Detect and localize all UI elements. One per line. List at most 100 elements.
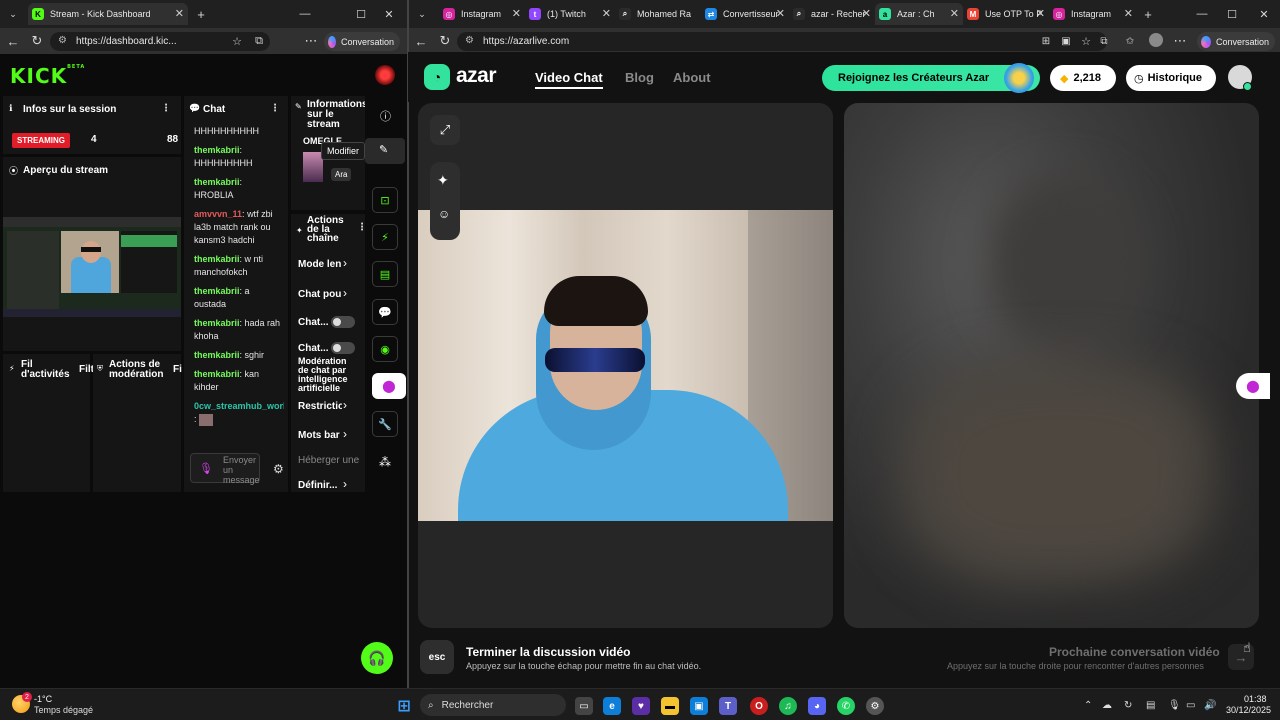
file-explorer-icon[interactable]: ▬ (661, 697, 679, 715)
chat-username[interactable]: themkabrii (194, 286, 240, 296)
site-info-icon[interactable]: ⚙ (465, 35, 474, 46)
lightning-icon[interactable]: ⚡ (372, 224, 398, 250)
windows-start-icon[interactable]: ⊞ (395, 697, 413, 715)
chat-input[interactable]: 🎙 Envoyer un message (190, 453, 260, 485)
whatsapp-icon[interactable]: ✆ (837, 697, 855, 715)
tray-chevron-icon[interactable]: ⌃ (1084, 700, 1092, 711)
info-icon[interactable]: ⓘ (380, 108, 391, 124)
close-tab-icon[interactable]: ✕ (1036, 7, 1045, 20)
chevron-right-icon[interactable]: › (343, 286, 347, 300)
chat-menu-icon[interactable]: ⋮ (270, 103, 280, 114)
task-view-icon[interactable]: ▭ (575, 697, 593, 715)
location-pin-icon[interactable]: ⬤ (1236, 373, 1270, 399)
esc-key-button[interactable]: esc (420, 640, 454, 674)
chevron-right-icon[interactable]: › (343, 427, 347, 441)
session-menu-icon[interactable]: ⋮ (161, 103, 171, 114)
more-icon[interactable]: ⋯ (1171, 32, 1189, 50)
tab-twitch[interactable]: t (1) Twitch ✕ (525, 3, 615, 25)
toggle-switch[interactable] (331, 316, 355, 328)
opera-icon[interactable]: O (750, 697, 768, 715)
next-chat-title[interactable]: Prochaine conversation vidéo (1049, 645, 1220, 659)
location-pin-icon[interactable]: ⬤ (372, 373, 406, 399)
chat-username[interactable]: amvvvn_11 (194, 209, 242, 219)
gems-balance[interactable]: ◆ 2,218 (1050, 65, 1116, 91)
support-headset-icon[interactable]: 🎧 (361, 642, 393, 674)
action-chat-followers[interactable]: Chat pou (298, 289, 342, 300)
refresh-icon[interactable]: ↻ (28, 32, 46, 50)
app-heart-icon[interactable]: ♥ (632, 697, 650, 715)
extensions-icon[interactable]: ⧉ (1095, 32, 1113, 50)
site-info-icon[interactable]: ⚙ (58, 35, 67, 46)
chat-rail-icon[interactable]: 💬 (372, 299, 398, 325)
host-input[interactable]: Héberger une (298, 455, 360, 466)
chevron-right-icon[interactable]: › (343, 256, 347, 270)
action-banned-words[interactable]: Mots bar (298, 430, 342, 441)
weather-temp[interactable]: -1°C (34, 694, 52, 704)
expand-icon[interactable]: ⤢ (430, 115, 460, 145)
chat-username[interactable]: themkabrii (194, 254, 240, 264)
more-icon[interactable]: ⋯ (302, 32, 320, 50)
store-icon[interactable]: ▣ (690, 697, 708, 715)
close-tab-icon[interactable]: ✕ (175, 7, 184, 20)
taskbar-search[interactable]: ⌕ Rechercher (420, 694, 566, 716)
favorite-star-icon[interactable]: ☆ (1077, 32, 1095, 50)
tab-kick-dashboard[interactable]: K Stream - Kick Dashboard ✕ (28, 3, 188, 25)
history-button[interactable]: ◷ Historique (1126, 65, 1216, 91)
close-window-icon[interactable]: ✕ (380, 5, 398, 23)
collections-icon[interactable]: ⧉ (250, 32, 268, 50)
steam-icon[interactable]: ⚙ (866, 697, 884, 715)
back-arrow-icon[interactable]: ← (4, 32, 22, 50)
tray-cloud-icon[interactable]: ☁ (1102, 700, 1112, 711)
close-tab-icon[interactable]: ✕ (602, 7, 611, 20)
back-arrow-icon[interactable]: ← (412, 32, 430, 50)
chat-username[interactable]: themkabrii (194, 369, 240, 379)
edit-rail-button[interactable]: ✎ (365, 138, 405, 164)
moderation-filter[interactable]: Fi (173, 364, 182, 375)
stream-preview-image[interactable] (3, 217, 181, 317)
action-restrictions[interactable]: Restrictio (298, 401, 342, 412)
minimize-icon[interactable]: — (1193, 5, 1211, 23)
tab-menu-chevron-icon[interactable]: ⌄ (4, 5, 22, 23)
activity-filter[interactable]: Filt (79, 364, 94, 375)
action-define[interactable]: Définir... (298, 480, 342, 491)
face-filter-icon[interactable]: ☺ (438, 207, 450, 221)
spotify-icon[interactable]: ♫ (779, 697, 797, 715)
more-apps-icon[interactable]: ⁂ (379, 455, 391, 469)
tray-app-icon[interactable]: ▤ (1146, 700, 1155, 711)
minimize-icon[interactable]: — (296, 5, 314, 23)
document-icon[interactable]: ▤ (372, 261, 398, 287)
favorites-icon[interactable]: ✩ (1121, 32, 1139, 50)
refresh-icon[interactable]: ↻ (436, 32, 454, 50)
volume-icon[interactable]: 🔊 (1204, 700, 1216, 711)
tab-search-mohamed[interactable]: ⌕ Mohamed Ra (615, 3, 701, 25)
close-tab-icon[interactable]: ✕ (776, 7, 785, 20)
tab-menu-chevron-icon[interactable]: ⌄ (413, 5, 431, 23)
close-tab-icon[interactable]: ✕ (862, 7, 871, 20)
discord-icon[interactable]: ◕ (808, 697, 826, 715)
network-icon[interactable]: ▭ (1186, 700, 1195, 711)
microphone-icon[interactable]: 🎙 (199, 462, 213, 475)
maximize-icon[interactable]: ☐ (1223, 5, 1241, 23)
teams-icon[interactable]: T (719, 697, 737, 715)
toggle-switch[interactable] (331, 342, 355, 354)
chevron-right-icon[interactable]: › (343, 477, 347, 491)
tray-sync-icon[interactable]: ↻ (1124, 700, 1132, 711)
new-tab-icon[interactable]: + (1139, 5, 1157, 23)
action-slow-mode[interactable]: Mode len (298, 259, 342, 270)
tab-search-azar[interactable]: ⌕ azar - Recher ✕ (789, 3, 875, 25)
broadcast-icon[interactable]: ◉ (372, 336, 398, 362)
profile-avatar[interactable] (1149, 33, 1163, 47)
weather-desc[interactable]: Temps dégagé (34, 705, 93, 715)
user-avatar[interactable] (375, 65, 395, 85)
new-tab-icon[interactable]: + (192, 5, 210, 23)
kick-logo[interactable]: KICKBETA (10, 64, 85, 88)
join-creators-button[interactable]: Rejoignez les Créateurs Azar (822, 63, 1040, 93)
tab-azar[interactable]: a Azar : Ch ✕ (875, 3, 963, 25)
app-available-icon[interactable]: ⊞ (1037, 32, 1055, 50)
copilot-button[interactable]: Conversation (324, 32, 400, 51)
close-tab-icon[interactable]: ✕ (1124, 7, 1133, 20)
chevron-right-icon[interactable]: › (343, 398, 347, 412)
screenshot-icon[interactable]: ⊡ (372, 187, 398, 213)
chat-username[interactable]: themkabrii (194, 318, 240, 328)
azar-logo-icon[interactable]: ◔ (424, 64, 450, 90)
